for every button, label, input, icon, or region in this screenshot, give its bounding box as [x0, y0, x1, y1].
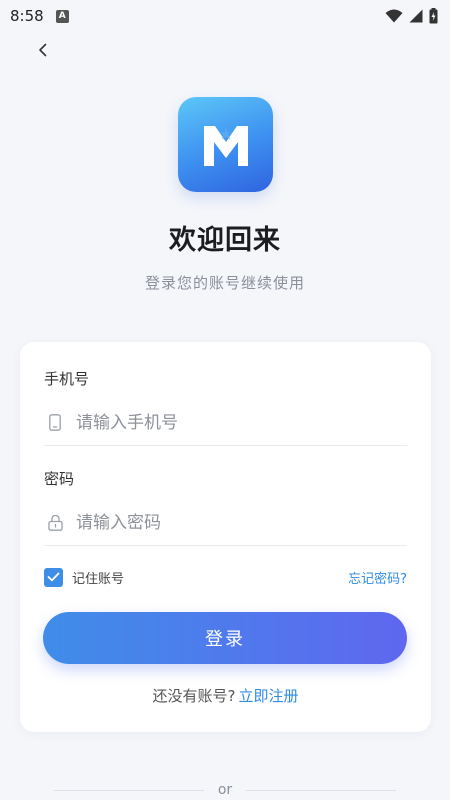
status-icons [385, 8, 438, 24]
phone-label: 手机号 [44, 370, 90, 388]
or-text: or [217, 782, 233, 798]
password-field-row [44, 500, 407, 546]
app-logo [178, 97, 273, 192]
password-label: 密码 [44, 470, 75, 488]
logo-m-mark [203, 125, 248, 166]
phone-icon [46, 414, 64, 432]
login-screen: 8:58 A 欢迎回来 登录您的账号继续使用 手机号 请输入手机号 密码 记住账… [0, 0, 450, 800]
phone-field-row [44, 400, 407, 446]
battery-icon [429, 8, 438, 24]
register-link[interactable]: 立即注册 [238, 687, 298, 705]
login-button[interactable]: 登录 [43, 612, 407, 664]
status-time: 8:58 [10, 7, 44, 25]
app-notification-icon: A [55, 9, 69, 23]
register-row: 还没有账号? 立即注册 [20, 685, 431, 706]
remember-checkbox[interactable] [44, 567, 63, 587]
login-card: 手机号 密码 记住账号 忘记密码? 登录 还没有账号?立即注册 [20, 342, 431, 732]
password-input[interactable] [76, 512, 407, 533]
remember-label[interactable]: 记住账号 [72, 568, 124, 587]
back-button[interactable] [30, 38, 56, 64]
forgot-password-link[interactable]: 忘记密码? [348, 568, 407, 587]
page-subtitle: 登录您的账号继续使用 [144, 274, 305, 292]
status-bar: 8:58 A [0, 0, 450, 32]
or-divider: or [0, 780, 450, 800]
divider-line-left [53, 789, 204, 791]
page-title: 欢迎回来 [169, 225, 281, 256]
remember-row: 记住账号 忘记密码? [44, 566, 407, 588]
divider-line-right [246, 789, 397, 791]
wifi-icon [385, 9, 403, 23]
lock-icon [46, 514, 64, 532]
cell-signal-icon [409, 9, 423, 23]
phone-input[interactable] [76, 412, 407, 433]
register-prompt: 还没有账号? [152, 687, 236, 705]
chevron-left-icon [38, 42, 48, 61]
check-icon [47, 572, 60, 582]
